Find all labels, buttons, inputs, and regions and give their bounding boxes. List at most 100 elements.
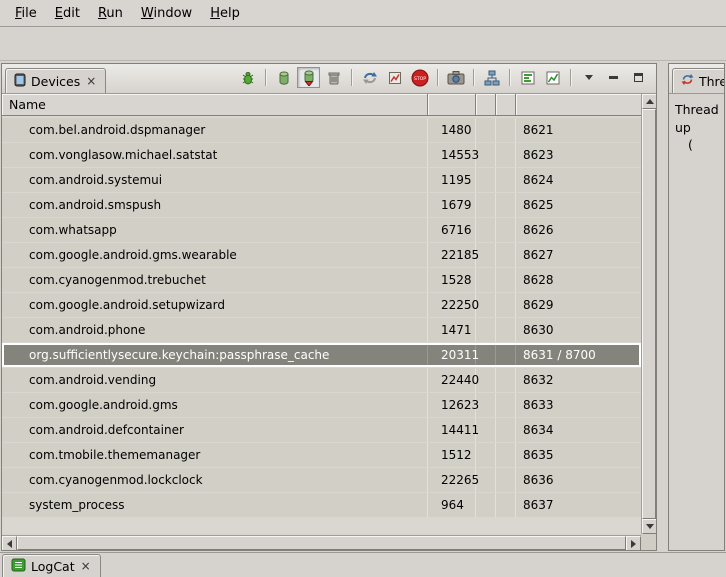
menu-help[interactable]: Help — [203, 3, 247, 24]
process-pid: 6716 — [428, 218, 476, 242]
process-col-b — [496, 143, 516, 167]
scroll-up-icon[interactable] — [642, 94, 657, 109]
update-threads-icon[interactable] — [358, 67, 381, 88]
toolbar-separator — [570, 69, 571, 86]
process-port: 8632 — [516, 368, 641, 392]
horizontal-scroll-thumb[interactable] — [17, 536, 626, 550]
start-method-profiling-icon[interactable] — [383, 67, 406, 88]
menu-file[interactable]: File — [8, 3, 44, 24]
table-row[interactable]: com.tmobile.thememanager 1512 8635 — [2, 443, 641, 467]
table-row[interactable]: com.vonglasow.michael.satstat 14553 8623 — [2, 143, 641, 167]
table-row[interactable]: com.google.android.setupwizard 22250 862… — [2, 293, 641, 317]
vertical-scroll-thumb[interactable] — [642, 109, 656, 519]
cause-gc-icon[interactable] — [322, 67, 345, 88]
scroll-right-icon[interactable] — [626, 536, 641, 551]
toolbar-separator — [265, 69, 266, 86]
scroll-left-icon[interactable] — [2, 536, 17, 551]
process-name: com.google.android.gms.wearable — [2, 243, 428, 267]
table-row[interactable]: com.google.android.gms.wearable 22185 86… — [2, 243, 641, 267]
menu-run[interactable]: Run — [91, 3, 130, 24]
table-row[interactable]: org.sufficientlysecure.keychain:passphra… — [2, 343, 641, 367]
process-col-b — [496, 493, 516, 517]
tab-logcat[interactable]: LogCat × — [2, 554, 101, 577]
table-row[interactable]: com.android.defcontainer 14411 8634 — [2, 418, 641, 442]
process-port: 8624 — [516, 168, 641, 192]
process-col-a — [476, 343, 496, 367]
capture-systrace-icon[interactable] — [516, 67, 539, 88]
process-col-b — [496, 318, 516, 342]
process-port: 8630 — [516, 318, 641, 342]
table-row[interactable]: com.bel.android.dspmanager 1480 8621 — [2, 118, 641, 142]
threads-message: Thread up ( — [669, 94, 724, 154]
process-port: 8626 — [516, 218, 641, 242]
tab-logcat-label: LogCat — [31, 559, 75, 574]
view-menu-icon[interactable] — [577, 67, 600, 88]
table-row[interactable]: com.android.smspush 1679 8625 — [2, 193, 641, 217]
tab-devices[interactable]: Devices × — [5, 68, 106, 93]
table-row[interactable]: com.android.systemui 1195 8624 — [2, 168, 641, 192]
process-port: 8628 — [516, 268, 641, 292]
process-col-a — [476, 168, 496, 192]
process-name: com.tmobile.thememanager — [2, 443, 428, 467]
table-row[interactable]: system_process 964 8637 — [2, 493, 641, 517]
process-col-a — [476, 293, 496, 317]
threads-panel: Threads × Thread up ( — [668, 63, 725, 551]
column-header-b[interactable] — [496, 94, 516, 115]
dump-hprof-icon[interactable] — [297, 67, 320, 88]
screen-capture-icon[interactable] — [444, 67, 467, 88]
process-port: 8631 / 8700 — [516, 343, 641, 367]
process-port: 8621 — [516, 118, 641, 142]
process-name: com.android.vending — [2, 368, 428, 392]
menu-edit[interactable]: Edit — [48, 3, 87, 24]
column-header-pid[interactable] — [428, 94, 476, 115]
process-col-a — [476, 318, 496, 342]
panel-sash[interactable] — [657, 62, 668, 552]
vertical-scrollbar[interactable] — [641, 94, 656, 534]
process-pid: 1195 — [428, 168, 476, 192]
process-col-b — [496, 393, 516, 417]
maximize-icon[interactable] — [627, 67, 650, 88]
process-name: com.android.defcontainer — [2, 418, 428, 442]
process-col-a — [476, 368, 496, 392]
table-row[interactable]: com.google.android.gms 12623 8633 — [2, 393, 641, 417]
close-icon[interactable]: × — [85, 74, 97, 88]
toolbar-separator — [351, 69, 352, 86]
debug-process-icon[interactable] — [236, 67, 259, 88]
process-col-a — [476, 393, 496, 417]
stop-process-icon[interactable]: STOP — [408, 67, 431, 88]
column-header-name[interactable]: Name — [2, 94, 428, 115]
process-col-b — [496, 468, 516, 492]
process-col-a — [476, 243, 496, 267]
column-header-port[interactable] — [516, 94, 641, 115]
toolbar-separator — [437, 69, 438, 86]
minimize-icon[interactable] — [602, 67, 625, 88]
dump-view-hierarchy-icon[interactable] — [480, 67, 503, 88]
process-pid: 12623 — [428, 393, 476, 417]
process-name: com.cyanogenmod.trebuchet — [2, 268, 428, 292]
process-col-b — [496, 443, 516, 467]
scroll-down-icon[interactable] — [642, 519, 657, 534]
table-row[interactable]: com.cyanogenmod.lockclock 22265 8636 — [2, 468, 641, 492]
table-row[interactable]: com.android.phone 1471 8630 — [2, 318, 641, 342]
process-pid: 964 — [428, 493, 476, 517]
table-row[interactable]: com.cyanogenmod.trebuchet 1528 8628 — [2, 268, 641, 292]
update-heap-icon[interactable] — [272, 67, 295, 88]
close-icon[interactable]: × — [80, 559, 92, 573]
process-col-b — [496, 418, 516, 442]
process-name: com.android.smspush — [2, 193, 428, 217]
process-col-a — [476, 443, 496, 467]
process-col-b — [496, 243, 516, 267]
tab-threads[interactable]: Threads × — [672, 68, 724, 93]
table-row[interactable]: com.whatsapp 6716 8626 — [2, 218, 641, 242]
menu-window[interactable]: Window — [134, 3, 199, 24]
table-row[interactable]: com.android.vending 22440 8632 — [2, 368, 641, 392]
start-opengl-trace-icon[interactable] — [541, 67, 564, 88]
process-col-a — [476, 418, 496, 442]
menubar: File Edit Run Window Help — [0, 0, 726, 27]
threads-icon — [681, 73, 694, 89]
threads-message-line2: ( — [675, 136, 724, 154]
process-col-a — [476, 143, 496, 167]
column-header-a[interactable] — [476, 94, 496, 115]
horizontal-scrollbar[interactable] — [2, 535, 641, 550]
process-col-b — [496, 343, 516, 367]
